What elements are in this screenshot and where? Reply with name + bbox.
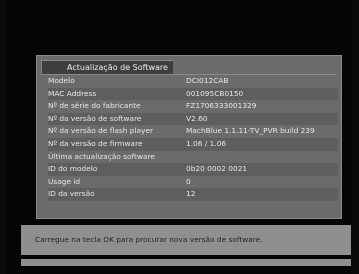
info-row-version-id: ID da versão 12 — [48, 188, 338, 201]
info-value: 001095CB0150 — [186, 88, 244, 98]
info-value: FZ1706333001329 — [186, 101, 257, 111]
info-label: Modelo — [48, 76, 75, 85]
info-value: 1.06 / 1.06 — [186, 138, 227, 148]
info-row-flash-player-version: Nº da versão de flash player MachBlue 1.… — [48, 125, 338, 138]
info-value: MachBlue 1.1.11-TV_PVR build 239 — [186, 126, 315, 136]
help-bar: Carregue na tecla OK para procurar nova … — [21, 225, 351, 255]
info-label: MAC Address — [48, 88, 97, 98]
info-value: 0 — [186, 176, 191, 186]
info-label: Nº da versão de firmware — [48, 138, 143, 148]
info-row-usage-id: Usage id 0 — [48, 176, 338, 189]
info-value: DCI012CAB — [186, 76, 229, 85]
info-row-model: Modelo DCI012CAB — [48, 75, 338, 88]
software-update-dialog: Actualização de Software Modelo DCI012CA… — [36, 55, 342, 219]
help-message: Carregue na tecla OK para procurar nova … — [35, 235, 263, 244]
info-label: Nº da versão de software — [48, 113, 142, 123]
info-label: ID da versão — [48, 189, 95, 199]
info-value: 12 — [186, 189, 196, 199]
info-row-serial-number: Nº de série do fabricante FZ170633300132… — [48, 100, 338, 113]
info-row-mac-address: MAC Address 001095CB0150 — [48, 87, 338, 101]
info-label: Nº de série do fabricante — [48, 101, 141, 111]
info-value: V2.60 — [186, 113, 208, 123]
info-label: Última actualização software — [48, 151, 155, 161]
dialog-title-bar: Actualização de Software — [41, 60, 173, 74]
info-row-software-version: Nº da versão de software V2.60 — [48, 112, 338, 126]
info-value: 0b20 0002 0021 — [186, 164, 248, 174]
info-row-firmware-version: Nº da versão de firmware 1.06 / 1.06 — [48, 137, 338, 151]
info-list: Modelo DCI012CAB MAC Address 001095CB015… — [48, 75, 338, 201]
info-label: Usage id — [48, 176, 81, 186]
tv-screen: Actualização de Software Modelo DCI012CA… — [7, 0, 352, 274]
dialog-title: Actualização de Software — [67, 63, 168, 72]
info-row-model-id: ID do modelo 0b20 0002 0021 — [48, 163, 338, 176]
bottom-bar — [21, 259, 351, 266]
info-row-last-update: Última actualização software — [48, 151, 338, 164]
info-label: Nº da versão de flash player — [48, 126, 154, 136]
info-label: ID do modelo — [48, 164, 98, 174]
